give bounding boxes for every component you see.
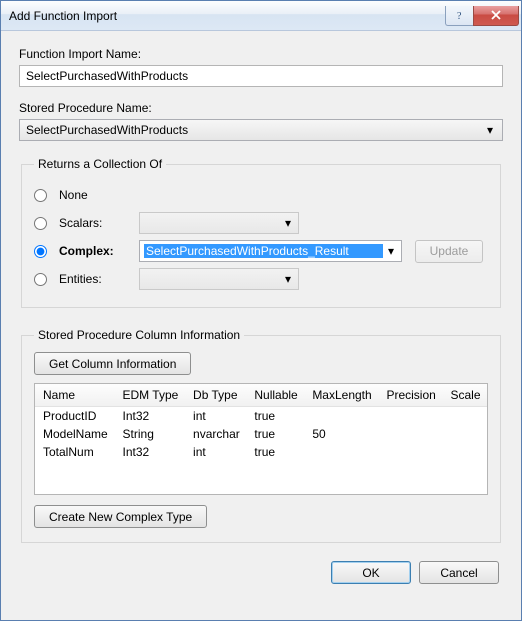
cell: [442, 425, 487, 443]
table-row[interactable]: ProductID Int32 int true: [35, 407, 487, 426]
col-precision[interactable]: Precision: [378, 384, 442, 407]
option-none-row: None: [34, 181, 488, 209]
cell: true: [246, 407, 304, 426]
col-maxlength[interactable]: MaxLength: [304, 384, 378, 407]
cell: Int32: [115, 407, 186, 426]
cell: Int32: [115, 443, 186, 461]
col-nullable[interactable]: Nullable: [246, 384, 304, 407]
option-complex-row: Complex: SelectPurchasedWithProducts_Res…: [34, 237, 488, 265]
stored-procedure-value: SelectPurchasedWithProducts: [26, 123, 482, 137]
option-entities-row: Entities: ▾: [34, 265, 488, 293]
option-none-radio[interactable]: [34, 189, 47, 202]
ok-button[interactable]: OK: [331, 561, 411, 584]
update-button: Update: [415, 240, 484, 263]
col-dbtype[interactable]: Db Type: [185, 384, 246, 407]
cell: [442, 407, 487, 426]
chevron-down-icon: ▾: [280, 216, 296, 230]
chevron-down-icon: ▾: [383, 244, 399, 258]
cell: int: [185, 407, 246, 426]
grid-header-row: Name EDM Type Db Type Nullable MaxLength…: [35, 384, 487, 407]
cell: [304, 407, 378, 426]
window-title: Add Function Import: [9, 9, 445, 23]
cell: [378, 425, 442, 443]
option-scalars-radio[interactable]: [34, 217, 47, 230]
function-import-name-input[interactable]: SelectPurchasedWithProducts: [19, 65, 503, 87]
col-edmtype[interactable]: EDM Type: [115, 384, 186, 407]
cell: 50: [304, 425, 378, 443]
option-scalars-label: Scalars:: [59, 216, 131, 230]
svg-text:?: ?: [457, 11, 462, 20]
cell: [378, 443, 442, 461]
table-row[interactable]: TotalNum Int32 int true: [35, 443, 487, 461]
titlebar: Add Function Import ?: [1, 1, 521, 31]
cell: int: [185, 443, 246, 461]
cell: nvarchar: [185, 425, 246, 443]
function-import-name-value: SelectPurchasedWithProducts: [26, 69, 188, 83]
close-button[interactable]: [473, 6, 519, 26]
cancel-button[interactable]: Cancel: [419, 561, 499, 584]
chevron-down-icon: ▾: [482, 123, 498, 137]
entities-combo: ▾: [139, 268, 299, 290]
column-grid-wrap: Name EDM Type Db Type Nullable MaxLength…: [34, 383, 488, 495]
cell: ModelName: [35, 425, 115, 443]
scalars-combo: ▾: [139, 212, 299, 234]
cell: [378, 407, 442, 426]
stored-procedure-combo[interactable]: SelectPurchasedWithProducts ▾: [19, 119, 503, 141]
help-icon: ?: [455, 10, 465, 20]
returns-group-legend: Returns a Collection Of: [34, 157, 166, 171]
cell: [442, 443, 487, 461]
col-name[interactable]: Name: [35, 384, 115, 407]
chevron-down-icon: ▾: [280, 272, 296, 286]
complex-value: SelectPurchasedWithProducts_Result: [144, 244, 383, 258]
column-info-group: Stored Procedure Column Information Get …: [21, 328, 501, 543]
get-column-info-button[interactable]: Get Column Information: [34, 352, 191, 375]
window-buttons: ?: [445, 6, 519, 26]
option-entities-label: Entities:: [59, 272, 131, 286]
create-complex-type-button[interactable]: Create New Complex Type: [34, 505, 207, 528]
complex-combo[interactable]: SelectPurchasedWithProducts_Result ▾: [139, 240, 402, 262]
cell: true: [246, 425, 304, 443]
option-entities-radio[interactable]: [34, 273, 47, 286]
client-area: Function Import Name: SelectPurchasedWit…: [1, 31, 521, 620]
column-info-legend: Stored Procedure Column Information: [34, 328, 244, 342]
col-scale[interactable]: Scale: [442, 384, 487, 407]
dialog-buttons: OK Cancel: [19, 561, 503, 584]
cell: ProductID: [35, 407, 115, 426]
option-complex-label: Complex:: [59, 244, 131, 258]
table-row[interactable]: ModelName String nvarchar true 50: [35, 425, 487, 443]
option-none-label: None: [59, 188, 131, 202]
function-import-name-label: Function Import Name:: [19, 47, 503, 61]
option-complex-radio[interactable]: [34, 245, 47, 258]
update-button-wrap: Update: [410, 240, 488, 263]
dialog-window: Add Function Import ? Function Import Na…: [0, 0, 522, 621]
close-icon: [490, 10, 502, 20]
cell: TotalNum: [35, 443, 115, 461]
cell: [304, 443, 378, 461]
grid-body: ProductID Int32 int true ModelName Strin…: [35, 407, 487, 462]
cell: String: [115, 425, 186, 443]
column-grid: Name EDM Type Db Type Nullable MaxLength…: [35, 384, 487, 461]
option-scalars-row: Scalars: ▾: [34, 209, 488, 237]
help-button[interactable]: ?: [445, 6, 473, 26]
stored-procedure-name-label: Stored Procedure Name:: [19, 101, 503, 115]
returns-group: Returns a Collection Of None Scalars: ▾ …: [21, 157, 501, 308]
cell: true: [246, 443, 304, 461]
